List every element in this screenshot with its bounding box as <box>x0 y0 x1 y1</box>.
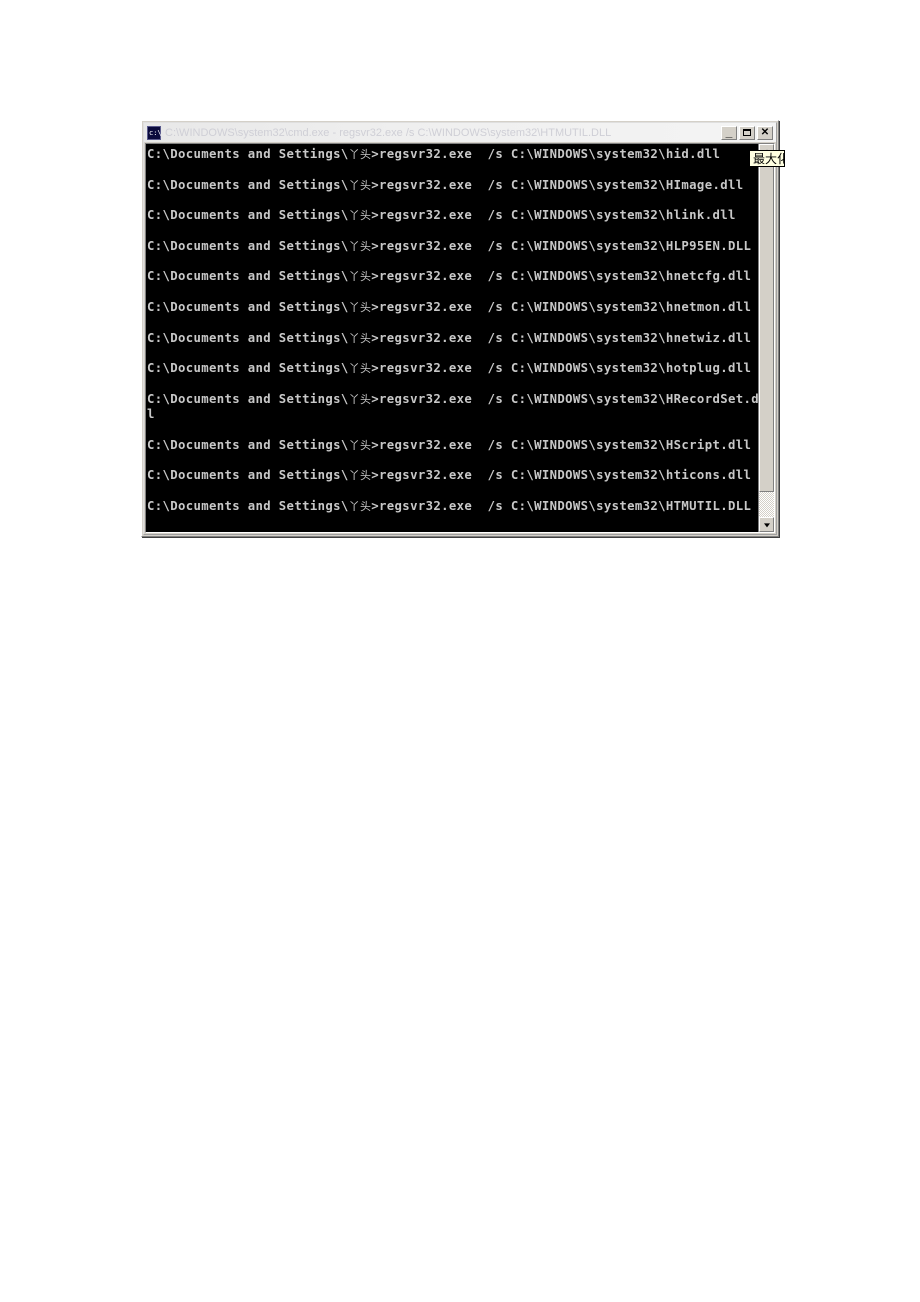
console-command-line: C:\Documents and Settings\丫头>regsvr32.ex… <box>147 269 758 284</box>
console-command-text: >regsvr32.exe /s C:\WINDOWS\system32\hne… <box>371 330 752 345</box>
console-command-text: >regsvr32.exe /s C:\WINDOWS\system32\HTM… <box>371 498 752 513</box>
title-bar[interactable]: C:\WINDOWS\system32\cmd.exe - regsvr32.e… <box>144 123 776 142</box>
console-prompt-user: 丫头 <box>348 392 372 406</box>
console-prompt-user: 丫头 <box>348 239 372 253</box>
console-prompt-user: 丫头 <box>348 270 372 284</box>
console-wrapped-line: l <box>147 407 155 422</box>
console-command-line: C:\Documents and Settings\丫头>regsvr32.ex… <box>147 438 758 453</box>
console-command-line: C:\Documents and Settings\丫头>regsvr32.ex… <box>147 239 758 254</box>
console-prompt-user: 丫头 <box>348 148 372 161</box>
console-prompt-user: 丫头 <box>348 300 372 314</box>
scrollbar-thumb[interactable] <box>759 159 774 492</box>
arrow-down-glyph <box>763 522 770 527</box>
console-prompt-user: 丫头 <box>348 438 372 452</box>
console-command-line: C:\Documents and Settings\丫头>regsvr32.ex… <box>147 361 758 376</box>
console-prompt-user: 丫头 <box>348 362 372 376</box>
console-prompt-path: C:\Documents and Settings\ <box>147 238 349 253</box>
console-command-text: >regsvr32.exe /s C:\WINDOWS\system32\hli… <box>371 208 736 223</box>
vertical-scrollbar[interactable] <box>758 144 774 532</box>
console-prompt-path: C:\Documents and Settings\ <box>147 330 349 345</box>
console-prompt-user: 丫头 <box>348 469 372 483</box>
console-prompt-user: 丫头 <box>348 209 372 223</box>
console-prompt-user: 丫头 <box>348 331 372 345</box>
console-command-line: C:\Documents and Settings\丫头>regsvr32.ex… <box>147 392 758 407</box>
console-client-area[interactable]: C:\Documents and Settings\丫头>regsvr32.ex… <box>145 143 775 533</box>
console-command-text: >regsvr32.exe /s C:\WINDOWS\system32\hti… <box>371 468 752 483</box>
console-command-line: C:\Documents and Settings\丫头>regsvr32.ex… <box>147 468 758 483</box>
console-command-text: >regsvr32.exe /s C:\WINDOWS\system32\hid… <box>371 147 721 161</box>
console-prompt-path: C:\Documents and Settings\ <box>147 177 349 192</box>
console-command-line: C:\Documents and Settings\丫头>regsvr32.ex… <box>147 331 758 346</box>
maximize-button[interactable] <box>739 125 755 140</box>
console-prompt-path: C:\Documents and Settings\ <box>147 299 349 314</box>
console-prompt-path: C:\Documents and Settings\ <box>147 147 349 161</box>
close-button[interactable]: ✕ <box>757 125 773 140</box>
console-prompt-path: C:\Documents and Settings\ <box>147 437 349 452</box>
window-title: C:\WINDOWS\system32\cmd.exe - regsvr32.e… <box>165 126 612 139</box>
console-window[interactable]: C:\WINDOWS\system32\cmd.exe - regsvr32.e… <box>141 120 779 537</box>
console-prompt-path: C:\Documents and Settings\ <box>147 269 349 284</box>
console-prompt-path: C:\Documents and Settings\ <box>147 498 349 513</box>
console-prompt-path: C:\Documents and Settings\ <box>147 208 349 223</box>
console-command-text: >regsvr32.exe /s C:\WINDOWS\system32\HSc… <box>371 437 752 452</box>
console-command-line: C:\Documents and Settings\丫头>regsvr32.ex… <box>147 300 758 315</box>
scrollbar-track[interactable] <box>759 159 774 517</box>
close-icon: ✕ <box>760 126 770 138</box>
console-prompt-user: 丫头 <box>348 499 372 513</box>
console-command-text: >regsvr32.exe /s C:\WINDOWS\system32\HRe… <box>371 391 758 406</box>
console-output[interactable]: C:\Documents and Settings\丫头>regsvr32.ex… <box>146 144 758 532</box>
console-command-text: >regsvr32.exe /s C:\WINDOWS\system32\hot… <box>371 361 752 376</box>
cmd-console-icon[interactable] <box>147 125 162 140</box>
console-command-line: C:\Documents and Settings\丫头>regsvr32.ex… <box>147 499 758 514</box>
console-command-text: >regsvr32.exe /s C:\WINDOWS\system32\hne… <box>371 269 752 284</box>
console-command-line: C:\Documents and Settings\丫头>regsvr32.ex… <box>147 147 758 162</box>
console-command-text: >regsvr32.exe /s C:\WINDOWS\system32\hne… <box>371 299 752 314</box>
scroll-down-arrow-icon[interactable] <box>759 517 774 532</box>
console-command-line: C:\Documents and Settings\丫头>regsvr32.ex… <box>147 208 758 223</box>
minimize-icon: _ <box>725 124 733 139</box>
console-prompt-user: 丫头 <box>348 178 372 192</box>
console-prompt-path: C:\Documents and Settings\ <box>147 391 349 406</box>
console-prompt-path: C:\Documents and Settings\ <box>147 468 349 483</box>
console-command-text: >regsvr32.exe /s C:\WINDOWS\system32\HLP… <box>371 238 752 253</box>
console-prompt-path: C:\Documents and Settings\ <box>147 361 349 376</box>
minimize-button[interactable]: _ <box>721 124 737 140</box>
maximize-tooltip: 最大化 <box>749 150 785 167</box>
console-command-text: >regsvr32.exe /s C:\WINDOWS\system32\HIm… <box>371 177 744 192</box>
maximize-icon <box>740 127 754 139</box>
console-command-line: C:\Documents and Settings\丫头>regsvr32.ex… <box>147 178 758 193</box>
